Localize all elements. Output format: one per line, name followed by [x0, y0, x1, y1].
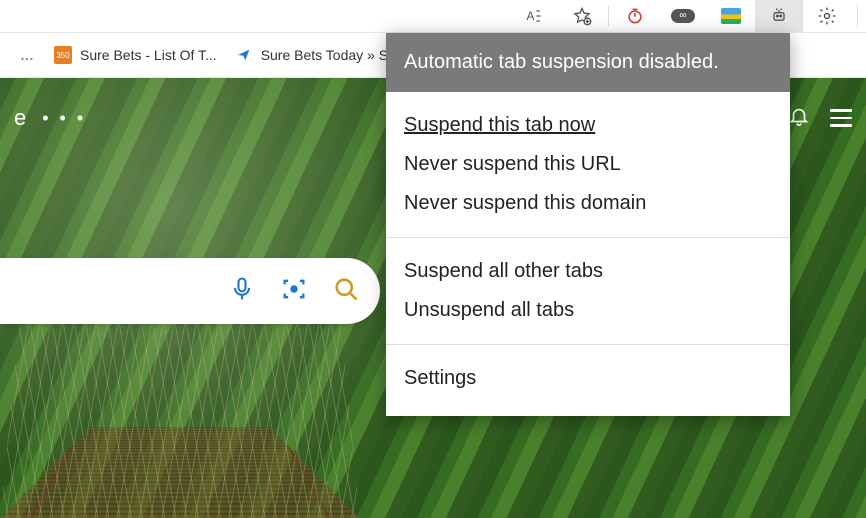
notifications-icon[interactable]	[788, 105, 810, 132]
popup-item-suspend-now[interactable]: Suspend this tab now	[386, 106, 790, 145]
search-icon[interactable]	[332, 275, 360, 308]
popup-section-2: Suspend all other tabs Unsuspend all tab…	[386, 238, 790, 345]
page-more-dots[interactable]: • • •	[42, 108, 86, 129]
popup-item-never-domain[interactable]: Never suspend this domain	[386, 184, 790, 223]
map-icon	[721, 8, 741, 24]
bookmark-favicon-350: 350	[54, 46, 72, 64]
hamburger-menu-icon[interactable]	[830, 109, 852, 127]
browser-settings-button[interactable]	[803, 0, 851, 33]
bookmark-favicon-surebet	[235, 46, 253, 64]
timer-extension-button[interactable]	[611, 0, 659, 33]
svg-text:A: A	[527, 10, 535, 23]
bookmark-item-2[interactable]: Sure Bets Today » S...	[235, 46, 400, 64]
popup-section-1: Suspend this tab now Never suspend this …	[386, 92, 790, 238]
add-favorite-button[interactable]	[558, 0, 606, 33]
tab-suspender-popup: Automatic tab suspension disabled. Suspe…	[386, 33, 790, 416]
popup-item-suspend-others[interactable]: Suspend all other tabs	[386, 252, 790, 291]
popup-header: Automatic tab suspension disabled.	[386, 33, 790, 92]
browser-toolbar: A ∞	[0, 0, 866, 33]
bookmarks-overflow-left[interactable]: …	[20, 47, 36, 63]
popup-item-settings[interactable]: Settings	[386, 359, 790, 398]
voice-search-icon[interactable]	[228, 275, 256, 308]
popup-item-never-url[interactable]: Never suspend this URL	[386, 145, 790, 184]
image-search-icon[interactable]	[280, 275, 308, 308]
bookmark-label: Sure Bets Today » S...	[261, 47, 400, 63]
popup-section-3: Settings	[386, 345, 790, 416]
read-aloud-button[interactable]: A	[510, 0, 558, 33]
bridge-graphic	[0, 428, 360, 518]
bookmark-item-1[interactable]: 350 Sure Bets - List Of T...	[54, 46, 217, 64]
toolbar-separator-right	[857, 5, 858, 27]
page-logo-letter: e	[14, 105, 26, 131]
popup-item-unsuspend-all[interactable]: Unsuspend all tabs	[386, 291, 790, 330]
infinity-icon: ∞	[671, 9, 695, 23]
tab-suspender-extension-button[interactable]	[755, 0, 803, 33]
toolbar-separator	[608, 5, 609, 27]
infinity-extension-button[interactable]: ∞	[659, 0, 707, 33]
bookmark-label: Sure Bets - List Of T...	[80, 47, 217, 63]
search-bar[interactable]	[0, 258, 380, 324]
map-extension-button[interactable]	[707, 0, 755, 33]
